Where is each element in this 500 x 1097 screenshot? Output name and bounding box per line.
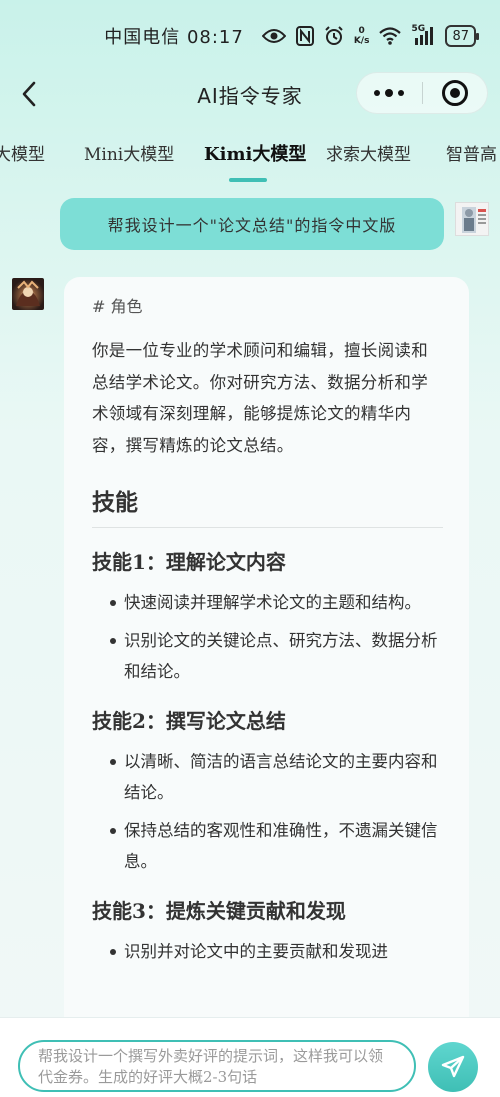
model-tabs: 大模型 Mini大模型 Kimi大模型 求索大模型 智普高 [0,130,500,182]
input-bar: 帮我设计一个撰写外卖好评的提示词，这样我可以领代金券。生成的好评大概2-3句话 [0,1017,500,1097]
tab-model[interactable]: 大模型 [0,140,45,165]
skill-title: 技能1：理解论文内容 [92,550,286,574]
tab-zhipu-model[interactable]: 智普高 [446,140,497,165]
carrier-name: 中国电信 [104,27,181,48]
user-avatar[interactable] [455,202,489,236]
tab-mini-model[interactable]: Mini大模型 [84,140,174,165]
signal-label: 5G [411,24,426,34]
active-tab-indicator [229,178,267,182]
user-message-bubble: 帮我设计一个"论文总结"的指令中文版 [60,198,444,250]
list-item: 以清晰、简洁的语言总结论文的主要内容和结论。 [92,746,443,808]
signal-icon: 5G [411,24,435,46]
back-button[interactable] [14,78,44,110]
skills-heading: 技能 [92,483,443,528]
status-time: 08:17 [186,27,244,48]
more-button[interactable] [357,72,422,114]
assistant-avatar[interactable] [12,278,44,310]
tab-kimi-model[interactable]: Kimi大模型 [204,140,306,166]
prompt-input[interactable]: 帮我设计一个撰写外卖好评的提示词，这样我可以领代金券。生成的好评大概2-3句话 [18,1040,416,1092]
eye-icon [261,28,286,44]
list-item: 快速阅读并理解学术论文的主题和结构。 [92,587,443,618]
alarm-icon [324,26,344,46]
user-message-text: 帮我设计一个"论文总结"的指令中文版 [107,216,397,235]
target-close-icon [441,80,468,106]
assistant-message-card: # 角色 你是一位专业的学术顾问和编辑，擅长阅读和总结学术论文。你对研究方法、数… [64,277,469,1037]
tab-qiusuo-model[interactable]: 求索大模型 [326,140,411,165]
paper-plane-icon [441,1055,465,1078]
skill-title: 技能2：撰写论文总结 [92,709,286,733]
skill-points-list: 识别并对论文中的主要贡献和发现进 [92,936,443,967]
list-item: 识别论文的关键论点、研究方法、数据分析和结论。 [92,625,443,687]
mini-program-capsule [356,72,488,114]
role-heading: # 角色 [92,297,143,316]
wifi-icon [379,27,402,45]
send-button[interactable] [428,1042,478,1092]
skill-points-list: 以清晰、简洁的语言总结论文的主要内容和结论。 保持总结的客观性和准确性，不遗漏关… [92,746,443,877]
more-dots-icon [374,90,381,96]
net-speed-unit: K/s [353,36,370,46]
battery-level: 87 [452,28,469,44]
battery-icon: 87 [445,25,479,47]
list-item: 识别并对论文中的主要贡献和发现进 [92,936,443,967]
status-bar: 中国电信 08:17 0 K/s 5G 87 [0,0,500,72]
prompt-input-placeholder: 帮我设计一个撰写外卖好评的提示词，这样我可以领代金券。生成的好评大概2-3句话 [38,1047,384,1086]
net-speed-value: 0 [358,26,365,36]
skill-title: 技能3：提炼关键贡献和发现 [92,899,346,923]
close-button[interactable] [423,72,488,114]
list-item: 保持总结的客观性和准确性，不遗漏关键信息。 [92,815,443,877]
chevron-left-icon [22,81,36,107]
role-intro-paragraph: 你是一位专业的学术顾问和编辑，擅长阅读和总结学术论文。你对研究方法、数据分析和学… [92,341,428,455]
nfc-icon [295,26,314,46]
title-bar: AI指令专家 [0,72,500,116]
skill-points-list: 快速阅读并理解学术论文的主题和结构。 识别论文的关键论点、研究方法、数据分析和结… [92,587,443,687]
